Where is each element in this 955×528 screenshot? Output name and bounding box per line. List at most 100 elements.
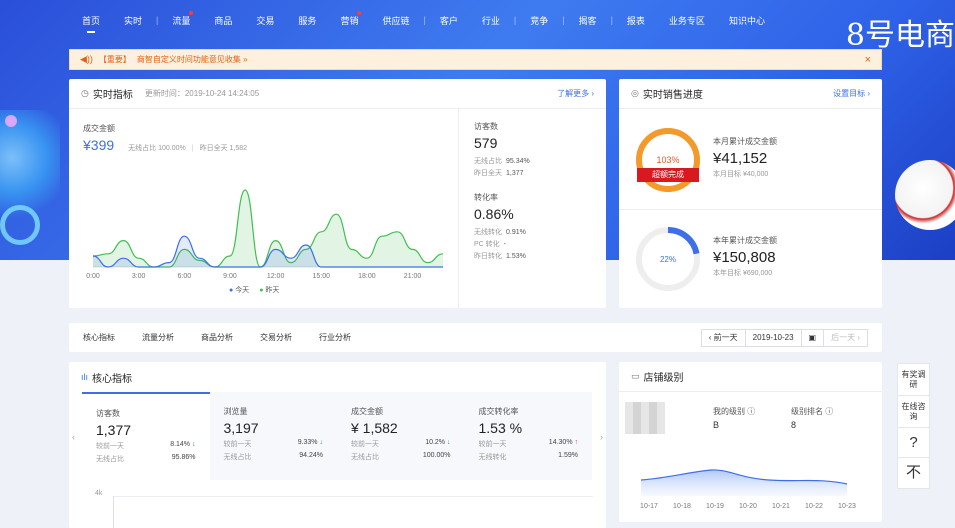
year-value: ¥150,808 bbox=[713, 249, 776, 266]
kpi-label: 成交金额 bbox=[351, 407, 383, 416]
nav-item-2[interactable]: 流量 bbox=[160, 10, 202, 27]
year-progress: 22% 本年累计成交金额 ¥150,808 本年目标 ¥690,000 bbox=[619, 210, 882, 309]
level-x-tick: 10-21 bbox=[772, 503, 790, 510]
notice-tag: 【重要】 bbox=[98, 55, 131, 64]
prev-day-button[interactable]: ‹ 前一天 bbox=[702, 329, 746, 346]
scroll-right-icon[interactable]: › bbox=[600, 432, 603, 442]
tab-3[interactable]: 交易分析 bbox=[260, 332, 292, 343]
month-ring: 103% bbox=[636, 128, 700, 192]
kpi-value: 1.53 % bbox=[478, 420, 523, 436]
realtime-header: ◷ 实时指标 更新时间：2019-10-24 14:24:05 了解更多 › bbox=[69, 79, 606, 109]
kpi-share: 无线转化 1.59% bbox=[478, 452, 579, 461]
level-area bbox=[641, 469, 847, 496]
visitors-value: 579 bbox=[474, 135, 498, 151]
target-icon: ◎ bbox=[631, 88, 639, 98]
update-time: 更新时间：2019-10-24 14:24:05 bbox=[144, 89, 260, 98]
level-x-tick: 10-23 bbox=[838, 503, 856, 510]
close-icon[interactable]: × bbox=[865, 54, 871, 66]
sidebar-button-2[interactable]: ? bbox=[898, 428, 929, 458]
realtime-title: 实时指标 bbox=[92, 90, 133, 101]
over-target-badge: 超额完成 bbox=[637, 168, 699, 182]
sidebar-button-1[interactable]: 在线咨询 bbox=[898, 396, 929, 428]
learn-more-link[interactable]: 了解更多 › bbox=[557, 88, 594, 99]
meta-row: 昨日转化 1.53% bbox=[474, 253, 526, 260]
nav-item-0[interactable]: 首页 bbox=[70, 14, 112, 33]
notice-bar[interactable]: ◀)) 【重要】 商智自定义时间功能意见收集 » × bbox=[69, 49, 882, 70]
core-metrics-card: ılı 核心指标 ‹ 访客数 1,377 较前一天 8.14% ↓ 无线占比 95.86%… bbox=[69, 362, 606, 528]
store-level-card: ▭ 店铺级别 我的级别 ⓘ B 级别排名 ⓘ 8 10-17 10-18 10-19… bbox=[619, 362, 882, 522]
arrow-down-icon: ↓ bbox=[319, 439, 324, 446]
tab-4[interactable]: 行业分析 bbox=[319, 332, 351, 343]
realtime-side-metrics: 访客数 579 无线占比 95.34% 昨日全天 1,377 转化率 0.86% 无线… bbox=[458, 109, 606, 308]
core-title: 核心指标 bbox=[92, 373, 133, 385]
nav-item-3[interactable]: 商品 bbox=[202, 14, 244, 27]
level-x-tick: 10-18 bbox=[673, 503, 691, 510]
kpi-card[interactable]: 浏览量 3,197 较前一天 9.33% ↓ 无线占比 94.24% bbox=[210, 392, 338, 480]
x-tick-label: 3:00 bbox=[132, 273, 146, 280]
kpi-share: 无线占比 95.86% bbox=[96, 454, 196, 463]
legend-today[interactable]: ● 今天 bbox=[229, 285, 249, 295]
nav-item-9[interactable]: 行业 bbox=[470, 14, 512, 27]
tab-2[interactable]: 商品分析 bbox=[201, 332, 233, 343]
year-label: 本年累计成交金额 bbox=[713, 236, 777, 245]
kpi-label: 访客数 bbox=[96, 409, 120, 418]
sidebar-button-3[interactable]: 不 bbox=[898, 458, 929, 488]
meta-row: 无线占比 95.34% bbox=[474, 158, 530, 165]
nav-item-12[interactable]: 报表 bbox=[615, 14, 657, 27]
nav-item-11[interactable]: 揭客 bbox=[567, 14, 609, 27]
realtime-chart: 0:00 3:00 6:00 9:00 12:00 15:00 18:00 21:00 bbox=[86, 189, 444, 280]
set-target-link[interactable]: 设置目标 › bbox=[833, 88, 870, 99]
kpi-card[interactable]: 成交金额 ¥ 1,582 较前一天 10.2% ↓ 无线占比 100.00% bbox=[337, 392, 465, 480]
year-pct: 22% bbox=[660, 255, 676, 264]
tab-0[interactable]: 核心指标 bbox=[83, 332, 115, 343]
next-day-button[interactable]: 后一天 › bbox=[824, 330, 867, 346]
year-ring: 22% bbox=[636, 227, 700, 291]
brand-logo: 8号电商 bbox=[845, 18, 955, 53]
sales-title: 实时销售进度 bbox=[642, 90, 703, 101]
arrow-down-icon: ↓ bbox=[447, 439, 451, 446]
month-value: ¥41,152 bbox=[713, 150, 768, 167]
nav-item-1[interactable]: 实时 bbox=[112, 14, 154, 27]
clock-icon: ◷ bbox=[81, 88, 89, 98]
x-tick-label: 9:00 bbox=[223, 273, 237, 280]
x-tick-label: 21:00 bbox=[404, 273, 422, 280]
nav-item-14[interactable]: 知识中心 bbox=[717, 14, 777, 27]
nav-item-5[interactable]: 服务 bbox=[286, 14, 328, 27]
x-tick-label: 0:00 bbox=[86, 273, 100, 280]
kpi-change: 较前一天 8.14% ↓ bbox=[96, 441, 196, 450]
nav-item-4[interactable]: 交易 bbox=[244, 14, 286, 27]
x-tick-label: 18:00 bbox=[358, 273, 376, 280]
legend-yesterday[interactable]: ● 昨天 bbox=[259, 285, 279, 295]
sales-header: ◎ 实时销售进度 设置目标 › bbox=[619, 79, 882, 109]
realtime-chart-area: 成交金额 ¥399 无线占比 100.00% | 昨日全天 1,582 0:00… bbox=[69, 109, 458, 308]
kpi-label: 成交转化率 bbox=[478, 407, 519, 416]
tab-1[interactable]: 流量分析 bbox=[142, 332, 174, 343]
scroll-left-icon[interactable]: ‹ bbox=[72, 432, 75, 442]
nav-item-6[interactable]: 营销 bbox=[328, 10, 370, 27]
nav-item-8[interactable]: 客户 bbox=[428, 14, 470, 27]
level-trend-chart: 10-17 10-18 10-19 10-20 10-21 10-22 10-23 bbox=[640, 469, 856, 510]
level-x-tick: 10-19 bbox=[706, 503, 724, 510]
arrow-up-icon: ↑ bbox=[574, 439, 579, 446]
kpi-card[interactable]: 成交转化率 1.53 % 较前一天 14.30% ↑ 无线转化 1.59% bbox=[465, 392, 593, 480]
bar-chart-icon: ılı bbox=[81, 372, 89, 382]
top-navigation: 首页 实时 | 流量 商品 交易 服务 营销 供应链 | 客户 行业 | 竞争 | 揭客 | 报表 业务专区 知识中心 bbox=[70, 10, 777, 33]
nav-item-10[interactable]: 竞争 bbox=[518, 14, 560, 27]
realtime-card: ◷ 实时指标 更新时间：2019-10-24 14:24:05 了解更多 › 成… bbox=[69, 79, 606, 308]
sidebar-button-0[interactable]: 有奖调研 bbox=[898, 364, 929, 396]
speaker-icon: ◀)) bbox=[80, 54, 93, 64]
level-x-tick: 10-22 bbox=[805, 503, 823, 510]
x-tick-label: 12:00 bbox=[267, 273, 285, 280]
notice-text[interactable]: 商智自定义时间功能意见收集 » bbox=[137, 54, 248, 65]
calendar-icon[interactable]: ▣ bbox=[802, 329, 825, 346]
date-value[interactable]: 2019-10-23 bbox=[746, 329, 802, 346]
nav-item-13[interactable]: 业务专区 bbox=[657, 14, 717, 27]
month-target: 本月目标 ¥40,000 bbox=[713, 171, 769, 178]
kpi-card[interactable]: 访客数 1,377 较前一天 8.14% ↓ 无线占比 95.86% bbox=[82, 392, 210, 480]
month-progress: 103% 超额完成 本月累计成交金额 ¥41,152 本月目标 ¥40,000 bbox=[619, 111, 882, 210]
kpi-change: 较前一天 9.33% ↓ bbox=[223, 439, 324, 448]
x-tick-label: 15:00 bbox=[312, 273, 330, 280]
nav-item-7[interactable]: 供应链 bbox=[370, 14, 421, 27]
mascot-icon bbox=[895, 160, 955, 230]
analysis-tabs: 核心指标 流量分析 商品分析 交易分析 行业分析 ‹ 前一天 2019-10-23 ▣ … bbox=[69, 323, 882, 352]
